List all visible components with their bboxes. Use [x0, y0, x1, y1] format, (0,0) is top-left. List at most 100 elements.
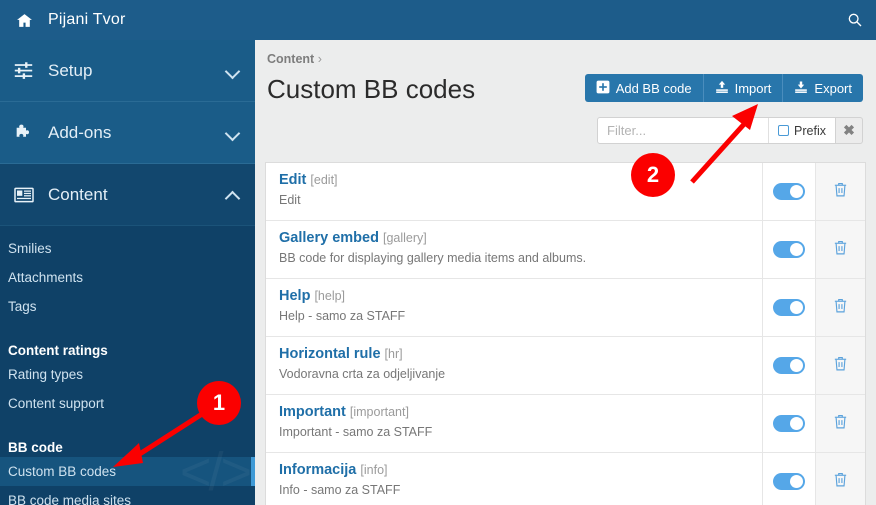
delete-cell — [815, 279, 865, 336]
enabled-toggle[interactable] — [773, 415, 805, 432]
bb-code-tag: [important] — [349, 405, 409, 419]
sidebar-group-label: Add-ons — [48, 122, 112, 142]
sliders-icon — [14, 61, 48, 80]
bb-code-name[interactable]: Help — [279, 288, 310, 304]
newspaper-icon — [14, 185, 48, 205]
plus-square-icon — [596, 80, 610, 97]
filter-input[interactable] — [598, 118, 769, 143]
checkbox-icon[interactable] — [778, 125, 790, 136]
table-row[interactable]: Horizontal rule [hr] Vodoravna crta za o… — [266, 337, 865, 395]
row-title: Gallery embed [gallery] — [279, 230, 762, 247]
breadcrumb-separator: › — [317, 52, 322, 66]
bb-code-tag: [edit] — [310, 173, 338, 187]
row-content: Edit [edit] Edit — [266, 163, 762, 220]
bb-code-list: Edit [edit] Edit Gallery embed [gallery]… — [265, 162, 866, 505]
enabled-toggle-cell — [762, 221, 815, 278]
bb-code-name[interactable]: Edit — [279, 172, 306, 188]
bb-code-description: Important - samo za STAFF — [279, 425, 433, 439]
trash-icon[interactable] — [832, 413, 849, 435]
top-bar: Pijani Tvor — [0, 0, 876, 40]
bb-code-description: BB code for displaying gallery media ite… — [279, 251, 587, 265]
table-row[interactable]: Help [help] Help - samo za STAFF — [266, 279, 865, 337]
row-content: Informacija [info] Info - samo za STAFF — [266, 453, 762, 505]
sidebar-item-label: Content support — [8, 396, 105, 411]
callout-badge-2: 2 — [631, 153, 675, 197]
row-title: Edit [edit] — [279, 172, 762, 189]
clear-filter-button[interactable]: ✖ — [836, 117, 863, 144]
sidebar-item-smilies[interactable]: Smilies — [0, 234, 255, 263]
delete-cell — [815, 337, 865, 394]
enabled-toggle[interactable] — [773, 357, 805, 374]
enabled-toggle[interactable] — [773, 183, 805, 200]
sidebar-group-addons[interactable]: Add-ons — [0, 102, 255, 164]
table-row[interactable]: Informacija [info] Info - samo za STAFF — [266, 453, 865, 505]
sidebar-item-custom-bb-codes[interactable]: Custom BB codes — [0, 457, 255, 486]
sidebar-group-label: Setup — [48, 60, 93, 80]
title-row: Custom BB codes Add BB code Import Expor… — [265, 72, 866, 144]
search-icon[interactable] — [834, 0, 876, 40]
bb-code-tag: [info] — [360, 463, 388, 477]
home-icon[interactable] — [0, 12, 48, 29]
action-button-group: Add BB code Import Export — [584, 74, 863, 102]
export-button[interactable]: Export — [783, 74, 863, 102]
row-content: Horizontal rule [hr] Vodoravna crta za o… — [266, 337, 762, 394]
bb-code-name[interactable]: Informacija — [279, 462, 356, 478]
filter-row: Prefix ✖ — [597, 117, 863, 144]
row-title: Important [important] — [279, 404, 762, 421]
sidebar-submenu: Smilies Attachments Tags Content ratings… — [0, 226, 255, 505]
enabled-toggle[interactable] — [773, 473, 805, 490]
chevron-down-icon[interactable] — [226, 66, 241, 75]
sidebar-item-bb-code-media-sites[interactable]: BB code media sites — [0, 486, 255, 505]
trash-icon[interactable] — [832, 355, 849, 377]
row-title: Help [help] — [279, 288, 762, 305]
add-bb-code-button[interactable]: Add BB code — [584, 74, 704, 102]
enabled-toggle-cell — [762, 279, 815, 336]
bb-code-name[interactable]: Important — [279, 404, 346, 420]
row-content: Help [help] Help - samo za STAFF — [266, 279, 762, 336]
delete-cell — [815, 453, 865, 505]
trash-icon[interactable] — [832, 181, 849, 203]
sidebar-item-label: Tags — [8, 299, 37, 314]
table-row[interactable]: Edit [edit] Edit — [266, 163, 865, 221]
row-title: Informacija [info] — [279, 462, 762, 479]
chevron-down-icon[interactable] — [226, 128, 241, 137]
trash-icon[interactable] — [832, 471, 849, 493]
sidebar-item-attachments[interactable]: Attachments — [0, 263, 255, 292]
prefix-checkbox[interactable]: Prefix — [768, 118, 835, 143]
trash-icon[interactable] — [832, 297, 849, 319]
sidebar-item-tags[interactable]: Tags — [0, 292, 255, 321]
bb-code-description: Vodoravna crta za odjeljivanje — [279, 367, 446, 381]
breadcrumb-item-content[interactable]: Content — [267, 52, 314, 66]
sidebar-group-content[interactable]: Content — [0, 164, 255, 226]
callout-badge-1: 1 — [197, 381, 241, 425]
button-label: Add BB code — [615, 80, 692, 96]
delete-cell — [815, 395, 865, 452]
import-button[interactable]: Import — [703, 74, 784, 102]
bb-code-tag: [hr] — [384, 347, 403, 361]
sidebar-heading-content-ratings: Content ratings — [8, 343, 108, 358]
filter-box: Prefix — [597, 117, 836, 144]
sidebar-item-label: Rating types — [8, 367, 84, 382]
site-title: Pijani Tvor — [48, 11, 126, 28]
main-content: Content › Custom BB codes Add BB code Im… — [255, 40, 876, 505]
chevron-up-icon[interactable] — [226, 190, 241, 199]
delete-cell — [815, 221, 865, 278]
breadcrumb: Content › — [265, 52, 866, 66]
table-row[interactable]: Gallery embed [gallery] BB code for disp… — [266, 221, 865, 279]
bb-code-description: Help - samo za STAFF — [279, 309, 406, 323]
row-content: Important [important] Important - samo z… — [266, 395, 762, 452]
sidebar-group-setup[interactable]: Setup — [0, 40, 255, 102]
admin-page: Pijani Tvor Setup Add-ons Content Smilie… — [0, 0, 876, 505]
bb-code-name[interactable]: Gallery embed — [279, 230, 379, 246]
button-label: Import — [734, 80, 772, 96]
trash-icon[interactable] — [832, 239, 849, 261]
enabled-toggle[interactable] — [773, 299, 805, 316]
table-row[interactable]: Important [important] Important - samo z… — [266, 395, 865, 453]
bb-code-name[interactable]: Horizontal rule — [279, 346, 381, 362]
enabled-toggle-cell — [762, 395, 815, 452]
button-label: Export — [814, 80, 852, 96]
prefix-label: Prefix — [794, 123, 826, 138]
sidebar-item-label: Attachments — [8, 270, 84, 285]
enabled-toggle[interactable] — [773, 241, 805, 258]
sidebar-group-label: Content — [48, 184, 108, 204]
